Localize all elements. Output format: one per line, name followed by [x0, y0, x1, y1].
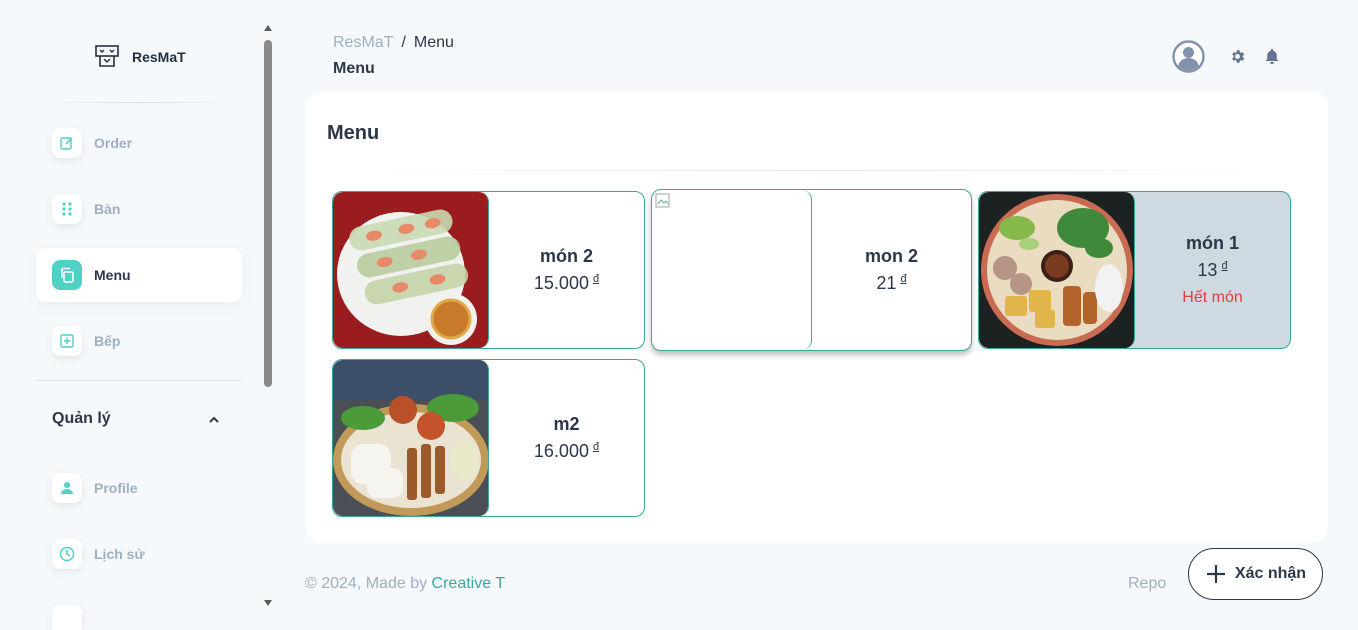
confirm-button[interactable]: Xác nhận [1188, 548, 1323, 600]
menu-item-price: 21 đ [876, 273, 906, 294]
chevron-up-icon[interactable] [206, 412, 222, 428]
user-avatar-icon[interactable] [1172, 40, 1205, 73]
footer-repo-link[interactable]: Repo [1128, 575, 1166, 593]
sidebar-item-label: Menu [94, 267, 131, 283]
breadcrumb-current: Menu [413, 34, 454, 51]
gear-icon[interactable] [1229, 48, 1246, 65]
sidebar: ResMaT Order Bàn Menu Bếp Quản lý Profil… [0, 0, 262, 630]
menu-item-price: 13 đ [1197, 260, 1227, 281]
breadcrumb-separator: / [401, 34, 406, 51]
clock-icon [52, 539, 82, 569]
menu-item-price: 15.000 đ [534, 273, 599, 294]
sidebar-item-bep[interactable]: Bếp [36, 314, 242, 368]
broken-image [652, 190, 812, 350]
breadcrumb: ResMaT / Menu [333, 34, 454, 52]
currency-symbol: đ [592, 273, 600, 285]
sidebar-item-label: Lịch sử [94, 546, 145, 562]
spring-rolls-photo [333, 192, 489, 348]
bell-icon[interactable] [1264, 48, 1280, 65]
copy-icon [52, 260, 82, 290]
menu-item-name: m2 [553, 414, 580, 434]
sidebar-scrollbar[interactable] [262, 18, 275, 612]
plus-icon [1206, 565, 1225, 583]
menu-item-info: mon 2 21 đ [812, 190, 971, 350]
card-divider [327, 170, 1307, 171]
currency-symbol: đ [592, 441, 600, 453]
sidebar-item-menu[interactable]: Menu [36, 248, 242, 302]
person-icon [52, 473, 82, 503]
breadcrumb-root[interactable]: ResMaT [333, 34, 393, 52]
menu-item-info: m2 16.000 đ [489, 360, 644, 516]
footer-prefix: © 2024, Made by [305, 575, 432, 592]
confirm-button-label: Xác nhận [1234, 565, 1307, 582]
grid-dots-icon [52, 194, 82, 224]
price-value: 21 [876, 273, 897, 293]
sidebar-item-ban[interactable]: Bàn [36, 182, 242, 236]
sidebar-item-label: Bàn [94, 201, 121, 217]
logo-icon [95, 45, 119, 67]
sold-out-status: Hết món [1182, 289, 1243, 306]
scrollbar-thumb[interactable] [264, 40, 272, 387]
currency-symbol: đ [1221, 260, 1228, 272]
grilled-platter-photo [333, 360, 489, 516]
edit-icon [52, 128, 82, 158]
menu-item-name: mon 2 [864, 246, 918, 266]
price-value: 13 [1197, 260, 1218, 280]
scroll-up-arrow-icon[interactable] [264, 25, 272, 31]
sidebar-item-lich-su[interactable]: Lịch sử [36, 527, 242, 581]
menu-item-card[interactable]: m2 16.000 đ [332, 359, 645, 517]
sidebar-item-label: Order [94, 135, 133, 151]
sidebar-item-order[interactable]: Order [36, 116, 242, 170]
more-icon [52, 605, 82, 630]
brand-name: ResMaT [132, 49, 186, 65]
sidebar-divider [36, 380, 242, 381]
sidebar-item-more[interactable] [36, 593, 242, 630]
currency-symbol: đ [900, 273, 907, 285]
menu-item-info: món 2 15.000 đ [489, 192, 644, 348]
menu-item-card[interactable]: mon 2 21 đ [651, 189, 972, 351]
sidebar-item-profile[interactable]: Profile [36, 461, 242, 515]
sidebar-divider [48, 102, 232, 103]
noodle-platter-photo [979, 192, 1135, 348]
menu-item-card[interactable]: món 2 15.000 đ [332, 191, 645, 349]
menu-card: Menu món 2 15.000 đ mon 2 21 đ món 1 13 … [306, 92, 1328, 543]
menu-item-card[interactable]: món 1 13 đ Hết món [978, 191, 1291, 349]
sidebar-item-label: Profile [94, 480, 138, 496]
page-title: Menu [333, 60, 375, 77]
price-value: 16.000 [533, 441, 589, 461]
broken-image-icon [655, 193, 670, 208]
card-title: Menu [327, 122, 380, 144]
sidebar-item-label: Bếp [94, 333, 121, 349]
price-value: 15.000 [533, 273, 589, 293]
scroll-down-arrow-icon[interactable] [264, 600, 272, 606]
menu-item-name: món 1 [1185, 233, 1239, 253]
menu-item-price: 16.000 đ [534, 441, 599, 462]
section-title-quan-ly[interactable]: Quản lý [52, 410, 111, 428]
footer-author-link[interactable]: Creative T [432, 575, 506, 592]
footer-copyright: © 2024, Made by Creative T [305, 575, 505, 593]
plus-square-icon [52, 326, 82, 356]
brand[interactable]: ResMaT [94, 44, 186, 70]
menu-item-name: món 2 [539, 246, 593, 266]
menu-item-info: món 1 13 đ Hết món [1135, 192, 1290, 348]
